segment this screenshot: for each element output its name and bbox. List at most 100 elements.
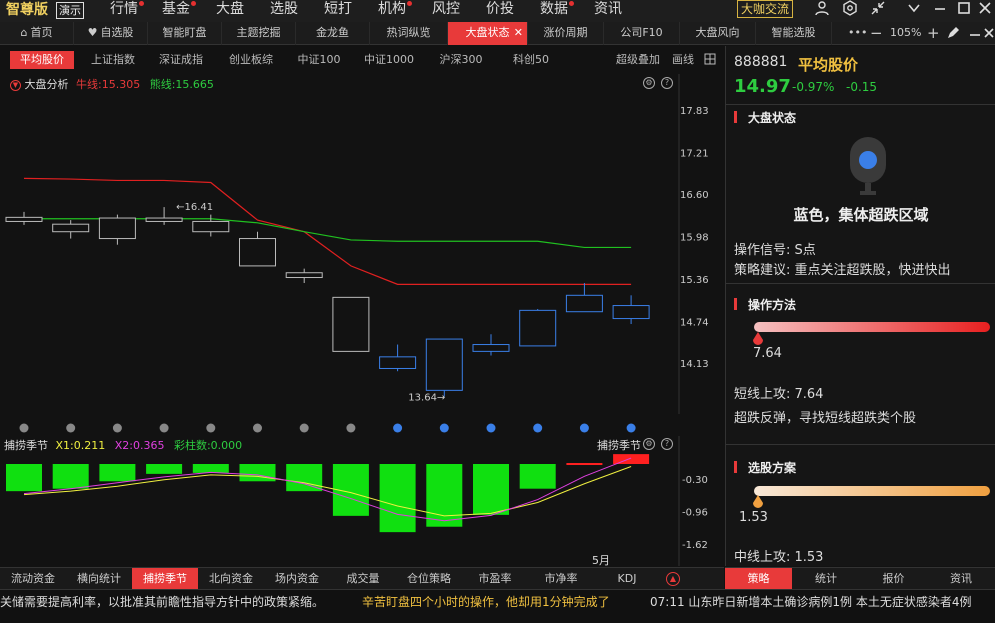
signal-dot[interactable]: [346, 423, 356, 433]
bottom-tab-1[interactable]: 横向统计: [66, 568, 132, 590]
menu-item-7[interactable]: 价投: [486, 0, 514, 22]
right-tab-0[interactable]: 策略: [725, 568, 792, 590]
subtab-7[interactable]: 科创50: [500, 51, 562, 69]
close-tab-icon[interactable]: ✕: [514, 22, 523, 44]
subtab-6[interactable]: 沪深300: [430, 51, 492, 69]
menu-item-5[interactable]: 机构: [378, 0, 412, 22]
close-panel-icon[interactable]: [983, 26, 995, 48]
chevron-down-icon[interactable]: [904, 0, 924, 20]
tab-6[interactable]: 大盘状态 ✕: [448, 22, 528, 45]
menu-item-9[interactable]: 资讯: [594, 0, 622, 22]
tab-3[interactable]: 主题挖掘: [222, 22, 296, 45]
grid-icon[interactable]: [704, 53, 716, 68]
expand-icon[interactable]: ▲: [666, 572, 680, 586]
tab-9[interactable]: 大盘风向: [680, 22, 756, 45]
signal-dot[interactable]: [206, 423, 216, 433]
candle-body[interactable]: [285, 272, 323, 279]
ticker-item-1[interactable]: 辛苦盯盘四个小时的操作，他却用1分钟完成了: [362, 590, 610, 613]
tab-0[interactable]: ⌂ 首页: [0, 22, 74, 45]
signal-dot[interactable]: [439, 423, 449, 433]
bottom-tab-8[interactable]: 市净率: [528, 568, 594, 590]
candle-body[interactable]: [472, 344, 510, 352]
y-tick-label: 17.83: [680, 106, 709, 117]
signal-dot[interactable]: [299, 423, 309, 433]
subtab-1[interactable]: 上证指数: [82, 51, 144, 69]
candle-body[interactable]: [612, 305, 650, 320]
minimize-panel-icon[interactable]: [968, 26, 982, 48]
signal-dot[interactable]: [159, 423, 169, 433]
tab-4[interactable]: 金龙鱼: [296, 22, 370, 45]
bottom-tab-7[interactable]: 市盈率: [462, 568, 528, 590]
signal-dot[interactable]: [533, 423, 543, 433]
draw-line-button[interactable]: 画线: [668, 51, 698, 69]
expert-exchange-button[interactable]: 大咖交流: [737, 0, 794, 18]
tab-7[interactable]: 涨价周期: [528, 22, 604, 45]
more-icon[interactable]: •••: [848, 22, 868, 44]
settings-icon[interactable]: [840, 0, 860, 20]
candle-body[interactable]: [192, 220, 230, 233]
demo-badge[interactable]: 演示: [56, 2, 84, 19]
signal-dot[interactable]: [579, 423, 589, 433]
signal-dot[interactable]: [19, 423, 29, 433]
signal-dot[interactable]: [393, 423, 403, 433]
shrink-icon[interactable]: [868, 0, 888, 20]
subtab-3[interactable]: 创业板综: [220, 51, 282, 69]
candle-body[interactable]: [332, 296, 370, 352]
candle-body[interactable]: [239, 238, 276, 267]
right-tab-2[interactable]: 报价: [860, 568, 927, 590]
subtab-2[interactable]: 深证成指: [150, 51, 212, 69]
bottom-tab-4[interactable]: 场内资金: [264, 568, 330, 590]
menu-item-3[interactable]: 选股: [270, 0, 298, 22]
user-icon[interactable]: [812, 0, 832, 20]
ticker-item-0[interactable]: 关储需要提高利率，以批准其前瞻性指导方针中的政策紧缩。: [0, 590, 324, 613]
right-tab-1[interactable]: 统计: [793, 568, 860, 590]
zoom-in-button[interactable]: +: [927, 22, 941, 44]
signal-dot[interactable]: [66, 423, 76, 433]
news-ticker[interactable]: 关储需要提高利率，以批准其前瞻性指导方针中的政策紧缩。 辛苦盯盘四个小时的操作，他…: [0, 589, 995, 613]
zoom-out-button[interactable]: −: [870, 22, 884, 44]
minimize-icon[interactable]: [930, 0, 950, 20]
tab-5[interactable]: 热词纵览: [370, 22, 448, 45]
bottom-tab-2[interactable]: 捕捞季节: [132, 568, 198, 590]
candle-body[interactable]: [145, 217, 183, 222]
bottom-tab-9[interactable]: KDJ: [594, 568, 660, 590]
signal-dot[interactable]: [486, 423, 496, 433]
super-overlay-button[interactable]: 超级叠加: [612, 51, 664, 69]
menu-item-8[interactable]: 数据: [540, 0, 574, 22]
menu-item-4[interactable]: 短打: [324, 0, 352, 22]
close-icon[interactable]: [975, 0, 995, 20]
signal-dot[interactable]: [253, 423, 262, 433]
bottom-tab-3[interactable]: 北向资金: [198, 568, 264, 590]
subtab-0[interactable]: 平均股价: [10, 51, 74, 69]
tab-1[interactable]: ♥ 自选股: [74, 22, 148, 45]
subtab-5[interactable]: 中证1000: [358, 51, 420, 69]
candle-body[interactable]: [425, 338, 463, 391]
ticker-item-2[interactable]: 07:11 山东昨日新增本土确诊病例1例 本土无症状感染者4例: [650, 590, 971, 613]
method-line2: 超跌反弹，寻找短线超跌类个股: [734, 411, 917, 426]
candle-body[interactable]: [98, 217, 136, 240]
candle-body[interactable]: [5, 216, 43, 222]
pen-icon[interactable]: [946, 26, 960, 48]
menu-item-2[interactable]: 大盘: [216, 0, 244, 22]
menu-item-0[interactable]: 行情: [110, 0, 144, 22]
signal-dot[interactable]: [626, 423, 636, 433]
signal-dot[interactable]: [112, 423, 122, 433]
bottom-tab-0[interactable]: 流动资金: [0, 568, 66, 590]
market-analysis-chart[interactable]: ▼ 大盘分析 牛线:15.305 熊线:15.665 ⚙ ? 17.83 17.2…: [0, 74, 724, 436]
candle-body[interactable]: [379, 356, 417, 369]
right-tab-3[interactable]: 资讯: [928, 568, 995, 590]
subtab-4[interactable]: 中证100: [288, 51, 350, 69]
candle-body[interactable]: [565, 294, 603, 313]
tab-8[interactable]: 公司F10: [604, 22, 680, 45]
bottom-tab-6[interactable]: 仓位策略: [396, 568, 462, 590]
menu-item-1[interactable]: 基金: [162, 0, 196, 22]
pick-value: 1.53: [739, 510, 768, 525]
tab-2[interactable]: 智能盯盘: [148, 22, 222, 45]
fishing-season-indicator[interactable]: 捕捞季节 X1:0.211 X2:0.365 彩柱数:0.000 捕捞季节 ⚙ …: [0, 436, 724, 567]
maximize-icon[interactable]: [954, 0, 974, 20]
menu-item-6[interactable]: 风控: [432, 0, 460, 22]
candle-body[interactable]: [519, 309, 557, 347]
candle-body[interactable]: [52, 223, 90, 233]
bottom-tab-5[interactable]: 成交量: [330, 568, 396, 590]
tab-10[interactable]: 智能选股: [756, 22, 832, 45]
